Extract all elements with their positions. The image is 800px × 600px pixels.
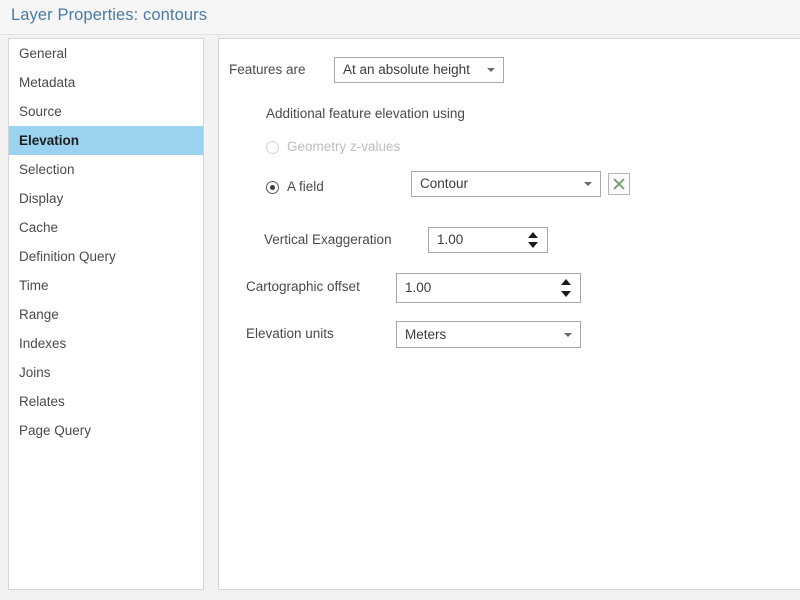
expression-x-icon[interactable] — [608, 173, 630, 195]
sidebar-item-definition-query[interactable]: Definition Query — [9, 242, 203, 271]
page-title: Layer Properties: contours — [11, 6, 207, 25]
elevation-units-label: Elevation units — [246, 326, 334, 341]
sidebar-item-page-query[interactable]: Page Query — [9, 416, 203, 445]
elevation-units-dropdown[interactable]: Meters — [396, 321, 581, 348]
cartographic-offset-label: Cartographic offset — [246, 279, 360, 294]
sidebar-item-metadata[interactable]: Metadata — [9, 68, 203, 97]
chevron-down-icon — [584, 182, 592, 186]
sidebar-item-indexes[interactable]: Indexes — [9, 329, 203, 358]
a-field-label: A field — [287, 179, 324, 194]
vertical-exaggeration-value: 1.00 — [437, 232, 463, 247]
sidebar-item-joins[interactable]: Joins — [9, 358, 203, 387]
window-title-bar: Layer Properties: contours — [0, 0, 800, 35]
sidebar-item-display[interactable]: Display — [9, 184, 203, 213]
stepper-up-icon[interactable] — [561, 279, 571, 285]
sidebar-item-cache[interactable]: Cache — [9, 213, 203, 242]
a-field-radio[interactable] — [266, 181, 279, 194]
sidebar-item-general[interactable]: General — [9, 39, 203, 68]
geometry-z-values-label: Geometry z-values — [287, 139, 400, 154]
elevation-settings-panel: Features are At an absolute height Addit… — [218, 38, 800, 590]
features-are-value: At an absolute height — [343, 62, 470, 77]
sidebar-item-range[interactable]: Range — [9, 300, 203, 329]
geometry-z-values-radio — [266, 141, 279, 154]
features-are-label: Features are — [229, 62, 306, 77]
vertical-exaggeration-input[interactable]: 1.00 — [428, 227, 548, 253]
sidebar-item-selection[interactable]: Selection — [9, 155, 203, 184]
elevation-field-dropdown[interactable]: Contour — [411, 171, 601, 197]
vertical-exaggeration-label: Vertical Exaggeration — [264, 232, 392, 247]
elevation-field-value: Contour — [420, 176, 468, 191]
elevation-units-value: Meters — [405, 327, 446, 342]
properties-category-list[interactable]: GeneralMetadataSourceElevationSelectionD… — [8, 38, 204, 590]
chevron-down-icon — [487, 68, 495, 72]
sidebar-item-time[interactable]: Time — [9, 271, 203, 300]
stepper-down-icon[interactable] — [528, 242, 538, 248]
cartographic-offset-value: 1.00 — [405, 280, 431, 295]
sidebar-item-relates[interactable]: Relates — [9, 387, 203, 416]
chevron-down-icon — [564, 333, 572, 337]
stepper-down-icon[interactable] — [561, 291, 571, 297]
stepper-up-icon[interactable] — [528, 232, 538, 238]
sidebar-item-elevation[interactable]: Elevation — [9, 126, 203, 155]
sidebar-item-source[interactable]: Source — [9, 97, 203, 126]
cartographic-offset-input[interactable]: 1.00 — [396, 273, 581, 303]
features-are-dropdown[interactable]: At an absolute height — [334, 57, 504, 83]
additional-elevation-heading: Additional feature elevation using — [266, 106, 465, 121]
